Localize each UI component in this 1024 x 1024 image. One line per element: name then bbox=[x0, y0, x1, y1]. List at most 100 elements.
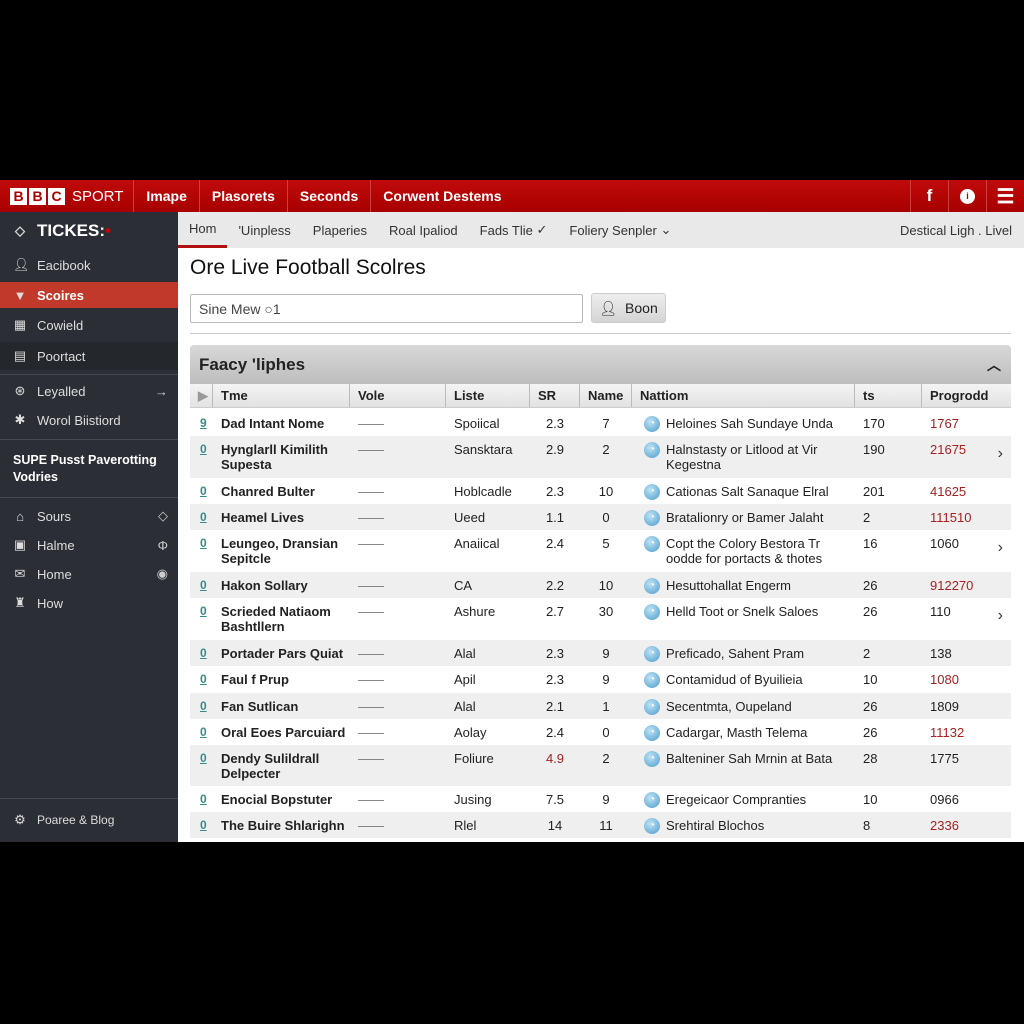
table-row[interactable]: 0 Heamel Lives —— Ueed 1.1 0 ◔ Bratalionry or B… bbox=[190, 504, 1011, 530]
sidebar-item-scoires[interactable]: ▼ Scoires bbox=[0, 282, 178, 308]
cell-sr: 2.3 bbox=[545, 484, 565, 499]
bbc-sport-logo[interactable]: B B C SPORT bbox=[0, 180, 135, 212]
cell-progrodd: 0966 bbox=[930, 792, 959, 807]
col-header[interactable]: Nattiom bbox=[632, 384, 855, 407]
sidebar-item-how[interactable]: ♜ How bbox=[0, 590, 178, 616]
col-header[interactable]: ts bbox=[855, 384, 922, 407]
facebook-icon[interactable]: f bbox=[910, 180, 948, 212]
cell-liste: Ashure bbox=[454, 604, 496, 619]
row-marker[interactable]: 0 bbox=[190, 786, 213, 812]
tab-hom[interactable]: Hom bbox=[178, 212, 228, 248]
table-row[interactable]: 9 Dad Intant Nome —— Spoiical 2.3 7 ◔ Heloines … bbox=[190, 410, 1011, 436]
row-marker[interactable]: 0 bbox=[190, 478, 213, 504]
col-header[interactable]: SR bbox=[530, 384, 580, 407]
sidebar-item-world[interactable]: ✱ Worol Biistiord bbox=[0, 407, 178, 433]
info-icon[interactable]: i bbox=[948, 180, 986, 212]
tab-dropdown[interactable]: Foliery Senpler ⌄ bbox=[558, 212, 682, 248]
mail-icon: ✉ bbox=[14, 566, 26, 581]
sidebar-brand[interactable]: ◇ TICKES: • bbox=[0, 218, 178, 244]
cell-ts: 26 bbox=[863, 699, 878, 714]
sidebar-item-poortact[interactable]: ▤ Poortact bbox=[0, 342, 178, 370]
row-marker[interactable]: 0 bbox=[190, 666, 213, 693]
panel-title: Faacy 'liphes bbox=[199, 354, 306, 374]
top-nav-item[interactable]: Seconds bbox=[288, 180, 372, 212]
chevron-right-icon[interactable]: › bbox=[998, 607, 1003, 625]
cell-nm: 30 bbox=[598, 604, 614, 619]
table-row[interactable]: 0 Hakon Sollary —— CA 2.2 10 ◔ Hesuttohallat En… bbox=[190, 572, 1011, 598]
cell-progrodd: 1767 bbox=[930, 416, 959, 431]
chevron-right-icon[interactable]: › bbox=[998, 539, 1003, 557]
cell-ts: 26 bbox=[863, 725, 878, 740]
chevron-right-icon[interactable]: › bbox=[998, 445, 1003, 463]
tab[interactable]: Fads Tlie ✓ bbox=[469, 212, 559, 248]
globe-icon: ◔ bbox=[644, 725, 660, 741]
splash-icon: ✱ bbox=[14, 412, 26, 427]
divider bbox=[0, 798, 178, 799]
table-row[interactable]: 0 Dendy Sulildrall Delpecter —— Foliure 4.9 2… bbox=[190, 745, 1011, 786]
menu-icon[interactable]: ☰ bbox=[986, 180, 1024, 212]
table-row[interactable]: 0 Faul f Prup —— Apil 2.3 9 ◔ Contamidud of Byu… bbox=[190, 666, 1011, 693]
sidebar-item-eacibook[interactable]: 👤︎ Eacibook bbox=[0, 252, 178, 278]
sidebar-item-sours[interactable]: ⌂ Sours ◇ bbox=[0, 503, 178, 529]
globe-icon: ◔ bbox=[644, 751, 660, 767]
table-row[interactable]: 0 Chanred Bulter —— Hoblcadle 2.3 10 ◔ Cationas… bbox=[190, 478, 1011, 504]
cell-liste: Foliure bbox=[454, 751, 494, 766]
tab[interactable]: 'Uinpless bbox=[227, 212, 301, 248]
boon-button[interactable]: 👤︎ Boon bbox=[591, 293, 666, 323]
row-marker[interactable]: 0 bbox=[190, 598, 213, 640]
sidebar-footer-link[interactable]: ⚙ Poaree & Blog bbox=[0, 807, 178, 833]
sidebar-promo[interactable]: SUPE Pusst Paverotting Vodries bbox=[13, 452, 173, 486]
row-marker[interactable]: 0 bbox=[190, 530, 213, 572]
sidebar-item-label: How bbox=[37, 595, 64, 611]
sidebar-item-home[interactable]: ✉ Home ◉ bbox=[0, 561, 178, 587]
sidebar-item-leyalled[interactable]: ⊛ Leyalled → bbox=[0, 378, 178, 404]
row-marker[interactable]: 0 bbox=[190, 504, 213, 530]
row-marker[interactable]: 0 bbox=[190, 640, 213, 666]
col-header[interactable]: Progrodd bbox=[922, 384, 1011, 407]
sidebar-item-halme[interactable]: ▣ Halme Φ bbox=[0, 532, 178, 558]
expand-icon[interactable]: ▶ bbox=[190, 384, 213, 407]
table-row[interactable]: 0 Fan Sutlican —— Alal 2.1 1 ◔ Secentmta, Oupel… bbox=[190, 693, 1011, 719]
col-header[interactable]: Name bbox=[580, 384, 632, 407]
col-header[interactable]: Vole bbox=[350, 384, 446, 407]
divider bbox=[0, 497, 178, 498]
row-marker[interactable]: 0 bbox=[190, 436, 213, 478]
row-marker[interactable]: 0 bbox=[190, 745, 213, 786]
row-marker[interactable]: 0 bbox=[190, 812, 213, 838]
cell-name: Dad Intant Nome bbox=[221, 416, 325, 431]
table-header: ▶ Tme Vole Liste SR Name Nattiom ts Prog… bbox=[190, 384, 1011, 408]
nation-label: Hesuttohallat Engerm bbox=[666, 578, 792, 593]
cell-progrodd: 1809 bbox=[930, 699, 959, 714]
cell-vole: —— bbox=[358, 725, 384, 740]
table-row[interactable]: 0 Hynglarll Kimilith Supesta —— Sansktara 2.… bbox=[190, 436, 1011, 478]
globe-icon: ◔ bbox=[644, 578, 660, 594]
table-row[interactable]: 0 The Buire Shlarighn —— Rlel 14 11 ◔ Srehtiral… bbox=[190, 812, 1011, 838]
tab[interactable]: Roal Ipaliod bbox=[378, 212, 469, 248]
panel-header[interactable]: Faacy 'liphes ︿ bbox=[190, 345, 1011, 384]
row-marker[interactable]: 9 bbox=[190, 410, 213, 436]
top-nav-item[interactable]: Imape bbox=[134, 180, 200, 212]
cell-vole: —— bbox=[358, 484, 384, 499]
table-row[interactable]: 0 Enocial Bopstuter —— Jusing 7.5 9 ◔ Eregeicao… bbox=[190, 786, 1011, 812]
cell-nm: 2 bbox=[602, 442, 610, 457]
table-row[interactable]: 0 Portader Pars Quiat —— Alal 2.3 9 ◔ Preficado… bbox=[190, 640, 1011, 666]
col-header[interactable]: Tme bbox=[213, 384, 350, 407]
cell-progrodd: 138 bbox=[930, 646, 952, 661]
row-marker[interactable]: 0 bbox=[190, 719, 213, 745]
sidebar-item-cowield[interactable]: ▦ Cowield bbox=[0, 312, 178, 338]
cell-vole: —— bbox=[358, 604, 384, 619]
top-nav-item[interactable]: Corwent Destems bbox=[371, 180, 513, 212]
table-row[interactable]: 0 Oral Eoes Parcuiard —— Aolay 2.4 0 ◔ Cadargar… bbox=[190, 719, 1011, 745]
chevron-up-icon[interactable]: ︿ bbox=[987, 355, 1001, 375]
live-status[interactable]: Destical Ligh . Livel bbox=[900, 223, 1024, 238]
row-marker[interactable]: 0 bbox=[190, 693, 213, 719]
row-marker[interactable]: 0 bbox=[190, 572, 213, 598]
top-nav-item[interactable]: Plasorets bbox=[200, 180, 288, 212]
sidebar-item-label: Eacibook bbox=[37, 257, 91, 273]
table-row[interactable]: 0 Leungeo, Dransian Sepitcle —— Anaiical 2.4… bbox=[190, 530, 1011, 572]
col-header[interactable]: Liste bbox=[446, 384, 530, 407]
table-row[interactable]: 0 Scrieded Natiaom Bashtllern —— Ashure 2.7 3… bbox=[190, 598, 1011, 640]
tab[interactable]: Plaperies bbox=[302, 212, 378, 248]
search-input[interactable] bbox=[190, 294, 583, 323]
cell-name: Portader Pars Quiat bbox=[221, 646, 344, 661]
